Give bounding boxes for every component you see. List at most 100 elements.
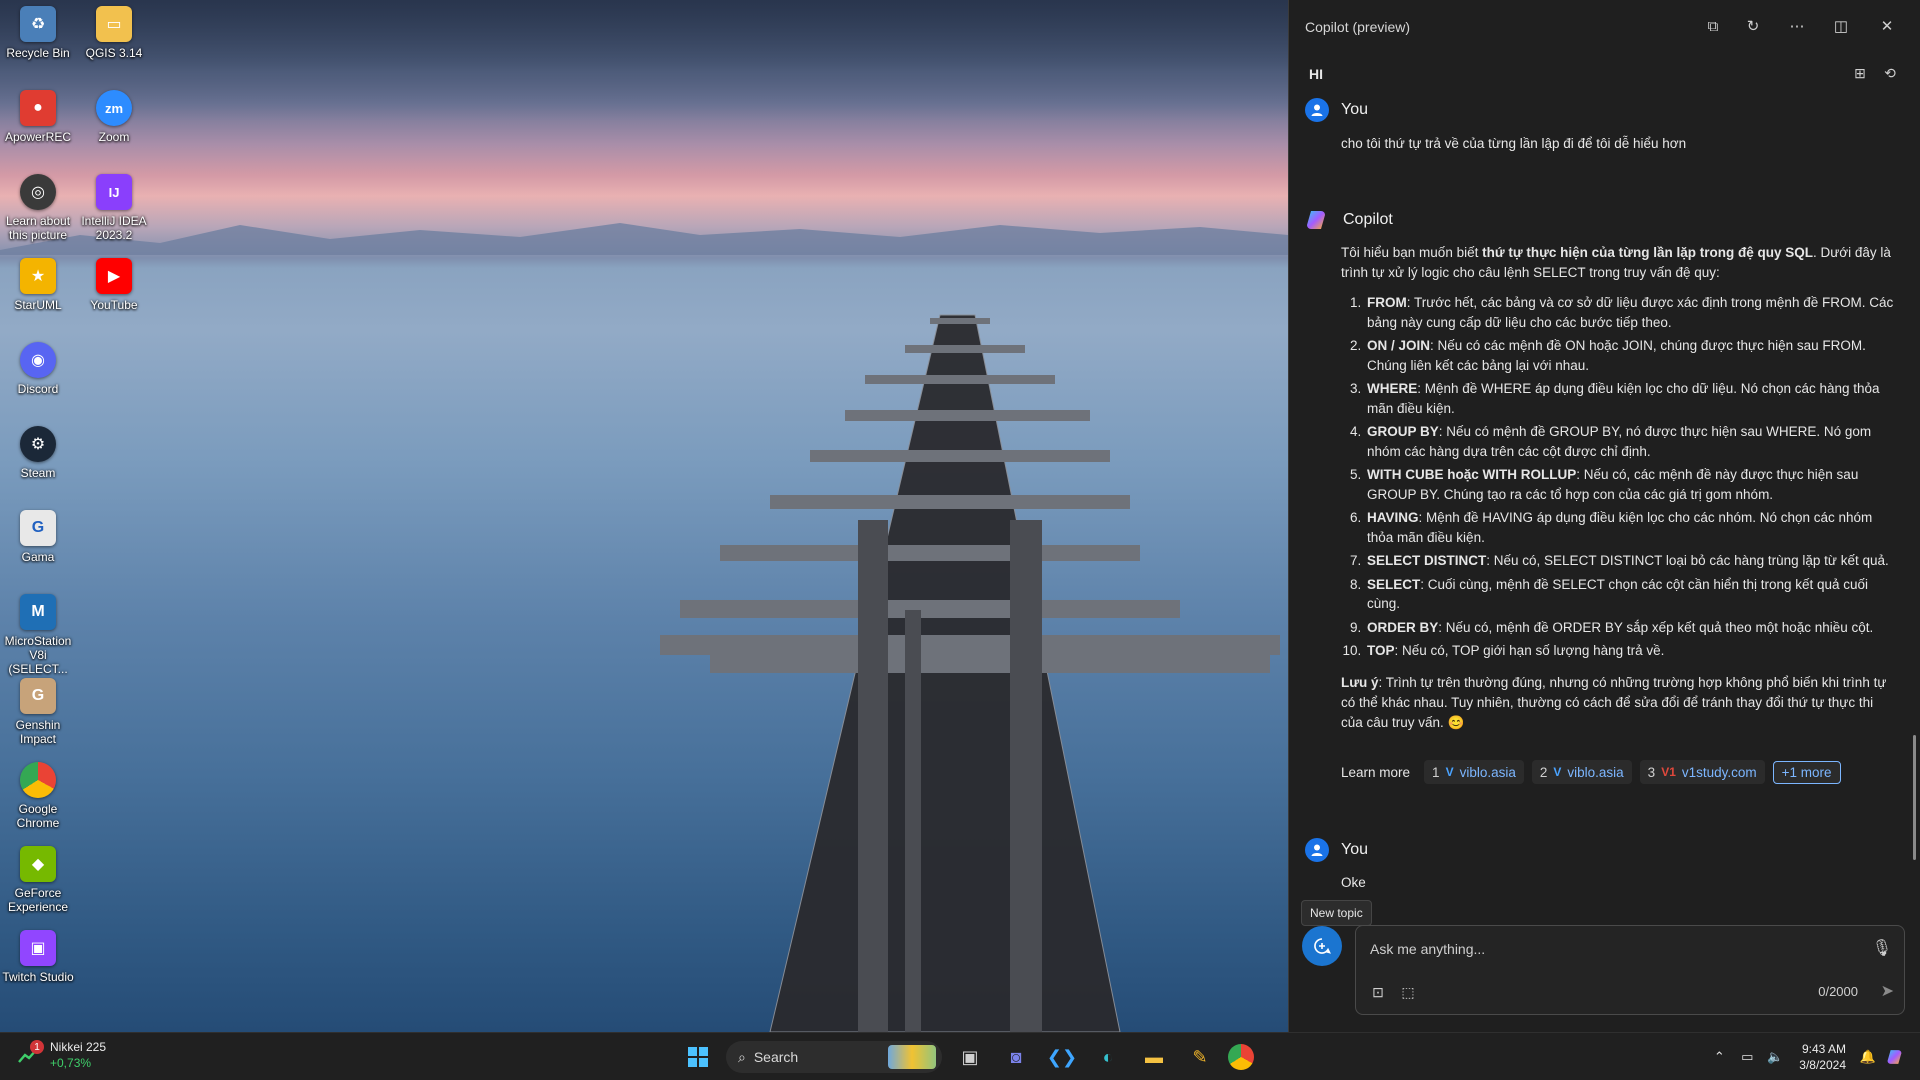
task-view-icon[interactable]: ▣: [952, 1039, 988, 1075]
desktop-icon-label: QGIS 3.14: [85, 46, 143, 60]
screenshot-icon[interactable]: ⬚: [1398, 982, 1418, 1002]
desktop-icon-label: Discord: [17, 382, 59, 396]
file-explorer-icon[interactable]: ▬: [1136, 1039, 1172, 1075]
learn-more-label: Learn more: [1341, 764, 1411, 780]
user-message-text: Oke: [1341, 875, 1366, 890]
vscode-icon[interactable]: ❮❯: [1044, 1039, 1080, 1075]
desktop-icon-apowerrec[interactable]: ● ApowerREC: [0, 90, 76, 144]
message-author: Copilot: [1343, 211, 1393, 228]
message-author: You: [1341, 841, 1368, 858]
desktop-icon-youtube[interactable]: ▶ YouTube: [76, 258, 152, 312]
viblo-favicon-icon: V: [1553, 765, 1562, 779]
person-icon: [1311, 104, 1323, 116]
person-icon: [1311, 844, 1323, 856]
system-tray: ⌃ ▭ 🔈 9:43 AM 3/8/2024 🔔: [1707, 1033, 1920, 1080]
twitch-icon: ▣: [20, 930, 56, 966]
more-sources-button[interactable]: +1 more: [1772, 760, 1841, 784]
edge-icon[interactable]: ◐: [1090, 1039, 1126, 1075]
desktop-icon-microstation[interactable]: M MicroStation V8i (SELECT...: [0, 594, 76, 676]
chevron-up-icon[interactable]: ⌃: [1707, 1045, 1731, 1069]
microphone-icon[interactable]: 🎙: [1872, 938, 1892, 958]
desktop-icon-recycle-bin[interactable]: ♻ Recycle Bin: [0, 6, 76, 60]
send-icon[interactable]: ➤: [1881, 981, 1894, 1001]
desktop-icon-label: Learn about this picture: [5, 214, 71, 242]
copilot-taskbar-icon[interactable]: [1884, 1045, 1908, 1069]
start-icon[interactable]: [680, 1039, 716, 1075]
chat-input[interactable]: Ask me anything...: [1370, 941, 1485, 957]
paint-icon[interactable]: ✎: [1182, 1039, 1218, 1075]
learn-more-bar: Learn more 1 V viblo.asia 2 V viblo.asia…: [1341, 760, 1841, 784]
desktop-icon-gama[interactable]: G Gama: [0, 510, 76, 564]
staruml-icon: ★: [20, 258, 56, 294]
desktop-icon-genshin[interactable]: G Genshin Impact: [0, 678, 76, 746]
taskbar-apps: ⌕ Search ▣ ◙ ❮❯ ◐ ▬ ✎: [680, 1038, 1254, 1076]
desktop-icon-staruml[interactable]: ★ StarUML: [0, 258, 76, 312]
volume-icon[interactable]: 🔈: [1763, 1045, 1787, 1069]
source-link-1[interactable]: 1 V viblo.asia: [1424, 760, 1524, 784]
list-item: HAVING: Mệnh đề HAVING áp dụng điều kiện…: [1365, 508, 1896, 547]
notification-bell-icon[interactable]: 🔔: [1856, 1045, 1880, 1069]
taskbar-search[interactable]: ⌕ Search: [726, 1041, 942, 1073]
message-header-you: You: [1305, 838, 1368, 862]
list-item: ORDER BY: Nếu có, mệnh đề ORDER BY sắp x…: [1365, 618, 1896, 638]
clock[interactable]: 9:43 AM 3/8/2024: [1799, 1041, 1846, 1073]
message-header-copilot: Copilot: [1305, 207, 1393, 233]
desktop-icon-chrome[interactable]: Google Chrome: [0, 762, 76, 830]
search-label: Search: [753, 1049, 799, 1065]
desktop-icon-steam[interactable]: ⚙ Steam: [0, 426, 76, 480]
history-icon[interactable]: ⟲: [1879, 62, 1901, 84]
desktop-icon-label: Zoom: [98, 130, 130, 144]
intro-bold: thứ tự thực hiện của từng lần lặp trong …: [1482, 245, 1813, 260]
close-icon[interactable]: ✕: [1875, 14, 1899, 38]
list-item: WITH CUBE hoặc WITH ROLLUP: Nếu có, các …: [1365, 465, 1896, 504]
discord-icon: ◉: [20, 342, 56, 378]
source-link-2[interactable]: 2 V viblo.asia: [1531, 760, 1632, 784]
intellij-icon: IJ: [96, 174, 132, 210]
desktop-icon-discord[interactable]: ◉ Discord: [0, 342, 76, 396]
apowerrec-icon: ●: [20, 90, 56, 126]
desktop-icon-label: Genshin Impact: [15, 718, 61, 746]
source-site: viblo.asia: [1459, 764, 1516, 780]
network-icon[interactable]: ▭: [1735, 1045, 1759, 1069]
list-item: FROM: Trước hết, các bảng và cơ sở dữ li…: [1365, 293, 1896, 332]
copilot-logo-icon: [1307, 211, 1325, 229]
chat-input-box[interactable]: Ask me anything... 🎙 ⊡ ⬚ 0/2000 ➤: [1355, 925, 1905, 1015]
new-topic-button[interactable]: [1302, 926, 1342, 966]
steam-icon: ⚙: [20, 426, 56, 462]
chat-scrollbar[interactable]: [1913, 735, 1916, 860]
sidebar-icon[interactable]: ◫: [1829, 14, 1853, 38]
desktop-icon-learn-picture[interactable]: ◎ Learn about this picture: [0, 174, 76, 242]
list-item: SELECT: Cuối cùng, mệnh đề SELECT chọn c…: [1365, 575, 1896, 614]
copilot-answer: Tôi hiểu bạn muốn biết thứ tự thực hiện …: [1341, 243, 1896, 733]
open-external-icon[interactable]: ⧉: [1701, 14, 1725, 38]
list-item: ON / JOIN: Nếu có các mệnh đề ON hoặc JO…: [1365, 336, 1896, 375]
desktop-icon-zoom[interactable]: zm Zoom: [76, 90, 152, 144]
zoom-icon: zm: [96, 90, 132, 126]
widget-value: +0,73%: [50, 1056, 92, 1070]
steps-list: FROM: Trước hết, các bảng và cơ sở dữ li…: [1341, 293, 1896, 661]
youtube-icon: ▶: [96, 258, 132, 294]
source-site: v1study.com: [1681, 764, 1757, 780]
folder-icon: ▭: [96, 6, 132, 42]
image-upload-icon[interactable]: ⊡: [1368, 982, 1388, 1002]
teams-chat-icon[interactable]: ◙: [998, 1039, 1034, 1075]
plugins-icon[interactable]: ⊞: [1849, 62, 1871, 84]
genshin-icon: G: [20, 678, 56, 714]
desktop-icon-label: Gama: [21, 550, 55, 564]
widgets-button[interactable]: 1 Nikkei 225 +0,73%: [16, 1039, 106, 1071]
viblo-favicon-icon: V: [1445, 765, 1454, 779]
chrome-icon: [20, 762, 56, 798]
desktop: ♻ Recycle Bin ▭ QGIS 3.14 ● ApowerREC zm…: [0, 0, 1288, 1032]
new-topic-tooltip: New topic: [1301, 900, 1372, 926]
desktop-icon-label: Recycle Bin: [6, 46, 70, 60]
new-topic-icon: [1314, 938, 1331, 954]
source-link-3[interactable]: 3 V1 v1study.com: [1639, 760, 1765, 784]
chrome-icon[interactable]: [1228, 1044, 1254, 1070]
v1study-favicon-icon: V1: [1661, 765, 1676, 779]
desktop-icon-twitch[interactable]: ▣ Twitch Studio: [0, 930, 76, 984]
refresh-icon[interactable]: ↻: [1741, 14, 1765, 38]
desktop-icon-intellij[interactable]: IJ IntelliJ IDEA 2023.2: [76, 174, 152, 242]
more-icon[interactable]: ⋯: [1785, 14, 1809, 38]
desktop-icon-qgis[interactable]: ▭ QGIS 3.14: [76, 6, 152, 60]
desktop-icon-geforce[interactable]: ◆ GeForce Experience: [0, 846, 76, 914]
